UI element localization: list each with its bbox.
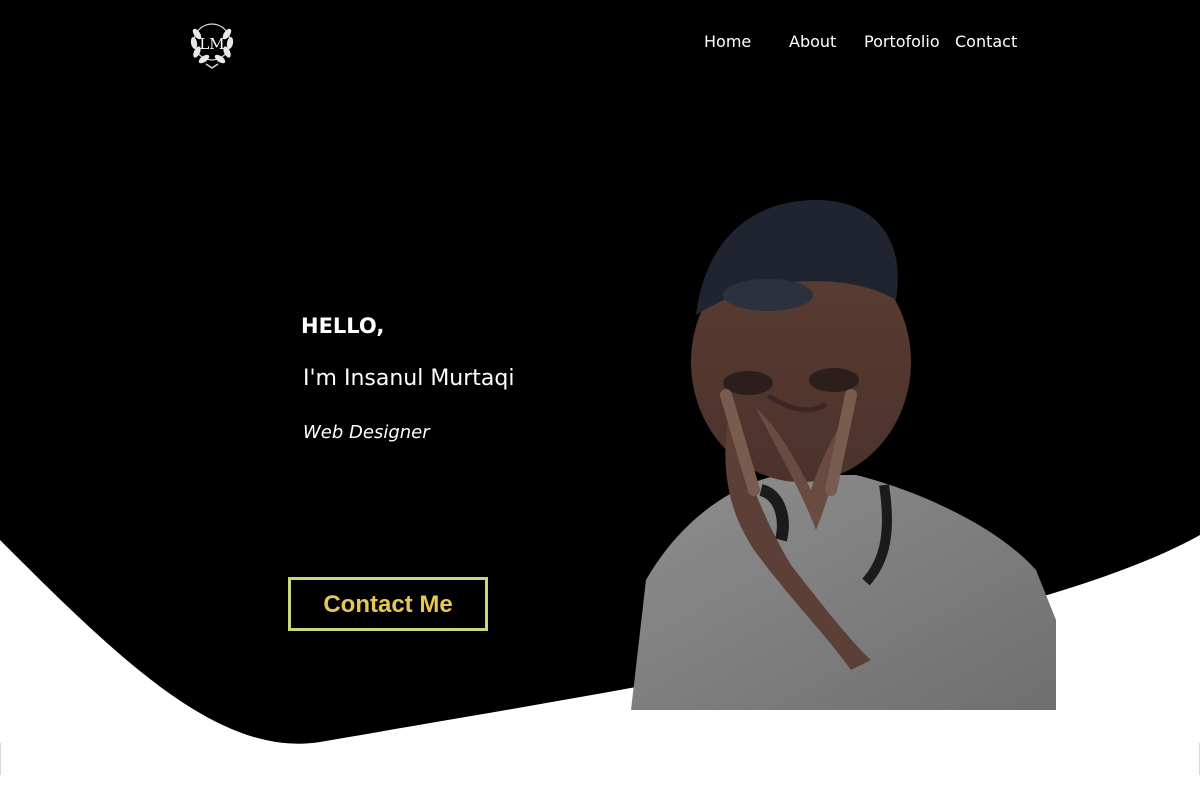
main-navigation: Home About Portofolio Contact	[0, 31, 1200, 53]
hero-name: I'm Insanul Murtaqi	[303, 366, 515, 391]
hero-role: Web Designer	[303, 422, 430, 443]
contact-me-button[interactable]: Contact Me	[288, 577, 488, 631]
hero-greeting: HELLO,	[301, 314, 385, 338]
profile-photo	[631, 200, 1056, 710]
nav-about-link[interactable]: About	[789, 31, 836, 53]
portfolio-homepage: LM Home About Portofolio Contact HELLO, …	[0, 0, 1200, 800]
nav-portfolio-link[interactable]: Portofolio	[864, 31, 940, 53]
nav-home-link[interactable]: Home	[704, 31, 751, 53]
page-divider-left	[0, 743, 1, 775]
nav-contact-link[interactable]: Contact	[955, 31, 1017, 53]
